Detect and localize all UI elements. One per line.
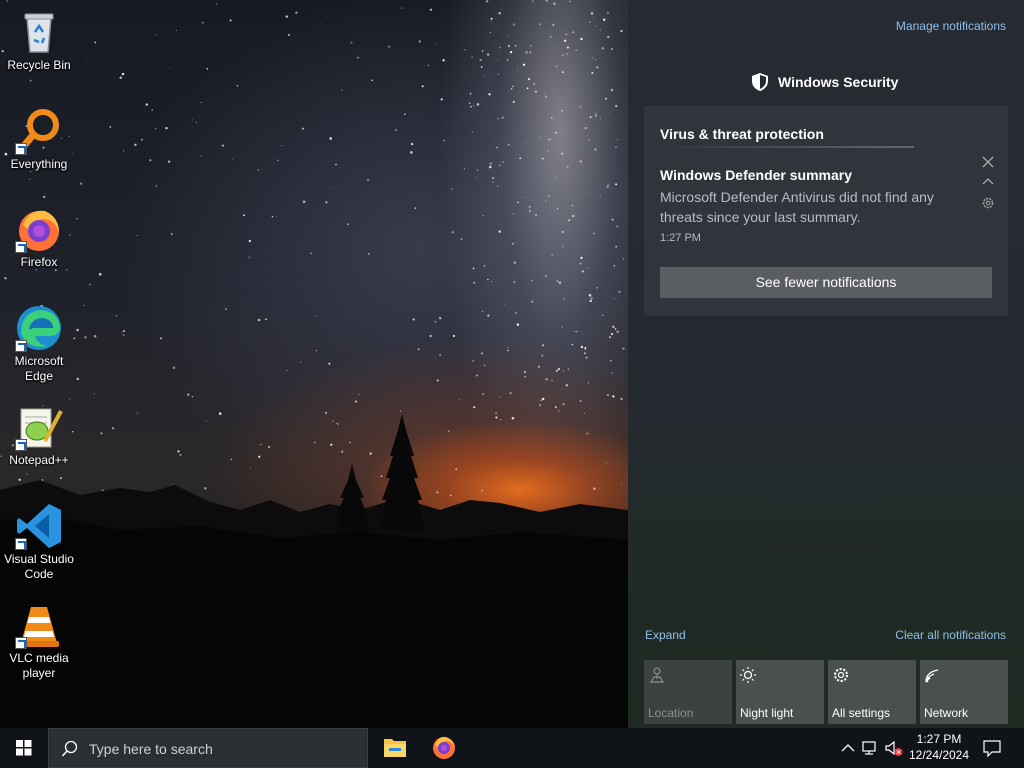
desktop-icon-microsoft-edge[interactable]: Microsoft Edge — [0, 304, 78, 384]
network-wifi-icon — [925, 669, 939, 683]
shortcut-arrow-icon — [15, 241, 27, 253]
notification-card[interactable]: Virus & threat protection Windows Defend… — [644, 106, 1008, 316]
notification-time: 1:27 PM — [660, 232, 701, 244]
taskbar-clock[interactable]: 1:27 PM 12/24/2024 — [904, 731, 974, 763]
clock-date: 12/24/2024 — [908, 748, 970, 762]
desktop-icon-label: Notepad++ — [9, 453, 69, 467]
quick-action-label: Night light — [740, 706, 794, 720]
location-icon — [649, 667, 665, 683]
desktop-icon-vlc[interactable]: VLC media player — [0, 601, 78, 681]
desktop-icon-label: Recycle Bin — [7, 58, 71, 72]
network-wired-icon[interactable] — [860, 738, 880, 758]
quick-action-network[interactable]: Network — [920, 660, 1008, 724]
quick-action-location[interactable]: Location — [644, 660, 732, 724]
desktop-icon-label: Everything — [10, 157, 68, 171]
file-explorer-icon — [384, 739, 406, 757]
recycle-bin-icon — [15, 8, 63, 56]
shortcut-arrow-icon — [15, 143, 27, 155]
start-button[interactable] — [0, 728, 48, 768]
desktop-icon-everything[interactable]: Everything — [0, 107, 78, 172]
desktop-icon-recycle-bin[interactable]: Recycle Bin — [0, 8, 78, 73]
app-name: Windows Security — [778, 74, 899, 90]
quick-action-all-settings[interactable]: All settings — [828, 660, 916, 724]
windows-logo-icon — [16, 740, 32, 756]
quick-action-label: Network — [924, 706, 969, 720]
search-placeholder: Type here to search — [89, 741, 213, 757]
shortcut-arrow-icon — [15, 538, 27, 550]
see-fewer-notifications-button[interactable]: See fewer notifications — [660, 267, 992, 298]
firefox-icon — [433, 736, 455, 759]
settings-gear-icon — [834, 668, 848, 682]
taskbar: Type here to search 1:27 PM 12/24/2024 — [0, 728, 1024, 768]
wallpaper-mountains — [0, 414, 628, 728]
edge-icon — [15, 304, 63, 352]
notification-settings-gear-icon[interactable] — [980, 196, 996, 212]
vscode-icon — [15, 502, 63, 550]
taskbar-search-box[interactable]: Type here to search — [48, 728, 368, 768]
action-center-panel: Manage notifications Windows Security Vi… — [628, 0, 1024, 728]
desktop: Recycle Bin Everything Firefox Microsoft… — [0, 0, 628, 728]
volume-muted-icon[interactable] — [884, 738, 904, 758]
quick-action-label: Location — [648, 706, 694, 720]
divider — [660, 146, 914, 148]
quick-action-label: All settings — [832, 706, 891, 720]
taskbar-firefox[interactable] — [420, 728, 468, 768]
shortcut-arrow-icon — [15, 439, 27, 451]
shortcut-arrow-icon — [15, 340, 27, 352]
notification-group-title: Virus & threat protection — [660, 126, 824, 142]
show-hidden-icons-chevron-up-icon[interactable] — [838, 738, 858, 758]
desktop-icon-label: Microsoft Edge — [14, 354, 64, 383]
shield-icon — [752, 73, 768, 91]
notification-app-header: Windows Security — [752, 73, 898, 91]
notification-body: Microsoft Defender Antivirus did not fin… — [660, 189, 934, 225]
desktop-icon-label: VLC media player — [9, 651, 69, 680]
desktop-icon-label: Firefox — [20, 255, 58, 269]
collapse-chevron-up-icon[interactable] — [980, 176, 996, 192]
desktop-icon-label: Visual Studio Code — [4, 552, 74, 581]
quick-actions: Location Night light All settings Networ… — [644, 660, 1008, 724]
firefox-icon — [15, 205, 63, 253]
night-light-icon — [740, 667, 756, 683]
search-icon — [61, 740, 78, 757]
action-center-notifications-icon[interactable] — [982, 738, 1002, 758]
vlc-icon — [15, 601, 63, 649]
notification-title: Windows Defender summary — [660, 167, 853, 183]
desktop-icon-firefox[interactable]: Firefox — [0, 205, 78, 270]
expand-link[interactable]: Expand — [645, 628, 686, 642]
desktop-icon-vscode[interactable]: Visual Studio Code — [0, 502, 78, 582]
desktop-icon-notepadpp[interactable]: Notepad++ — [0, 403, 78, 468]
manage-notifications-link[interactable]: Manage notifications — [896, 19, 1006, 33]
taskbar-file-explorer[interactable] — [371, 728, 419, 768]
notepadpp-icon — [15, 403, 63, 451]
shortcut-arrow-icon — [15, 637, 27, 649]
clear-all-notifications-link[interactable]: Clear all notifications — [895, 628, 1006, 642]
everything-search-icon — [15, 107, 63, 155]
clock-time: 1:27 PM — [916, 732, 962, 746]
quick-action-night-light[interactable]: Night light — [736, 660, 824, 724]
close-icon[interactable] — [980, 156, 996, 172]
